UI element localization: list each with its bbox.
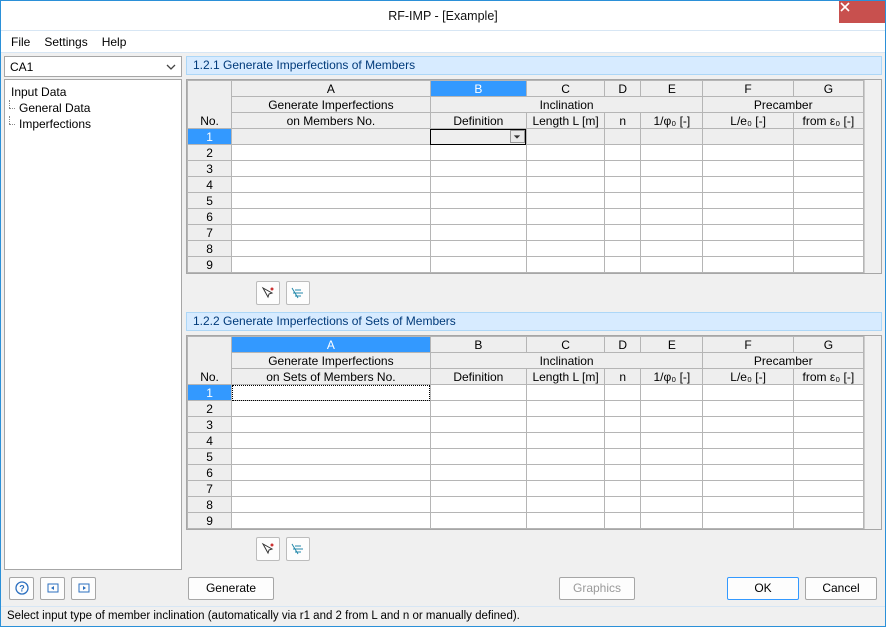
case-combo[interactable]: CA1 bbox=[4, 56, 182, 77]
tree-root[interactable]: Input Data bbox=[7, 84, 179, 100]
window-title: RF-IMP - [Example] bbox=[388, 9, 498, 23]
table-row[interactable]: 3 bbox=[188, 417, 864, 433]
nav-tree: Input Data General Data Imperfections bbox=[4, 79, 182, 570]
table-row[interactable]: 9 bbox=[188, 257, 864, 273]
table-row[interactable]: 6 bbox=[188, 465, 864, 481]
table-row[interactable]: 9 bbox=[188, 513, 864, 529]
table-row[interactable]: 4 bbox=[188, 433, 864, 449]
menubar: File Settings Help bbox=[1, 31, 885, 53]
dropdown-button[interactable] bbox=[510, 130, 525, 143]
grid1-col-c[interactable]: C bbox=[526, 81, 604, 97]
table-format-button[interactable] bbox=[286, 537, 310, 561]
prev-button[interactable] bbox=[40, 577, 65, 600]
grid1-col-a[interactable]: A bbox=[232, 81, 431, 97]
grid2-col-g[interactable]: G bbox=[793, 337, 863, 353]
table-format-button[interactable] bbox=[286, 281, 310, 305]
table-row[interactable]: 2 bbox=[188, 401, 864, 417]
case-combo-value: CA1 bbox=[10, 60, 33, 74]
grid2-no-header: No. bbox=[188, 337, 232, 385]
footer-bar: ? Generate Graphics OK Cancel bbox=[1, 570, 885, 606]
grid1-table[interactable]: No. A B C D E F G Generate Imperfections… bbox=[187, 80, 864, 273]
grid1-hdr-incl: Inclination bbox=[430, 97, 703, 113]
table-row[interactable]: 5 bbox=[188, 449, 864, 465]
chevron-down-icon bbox=[163, 59, 179, 75]
table-row[interactable]: 1 DIN 18800 E-E DIN 18800 E-P EN 1992-1-… bbox=[188, 129, 864, 145]
generate-button[interactable]: Generate bbox=[188, 577, 274, 600]
grid1-hdr-prec: Precamber bbox=[703, 97, 864, 113]
table-row[interactable]: 8 bbox=[188, 497, 864, 513]
menu-help[interactable]: Help bbox=[102, 35, 127, 49]
close-button[interactable] bbox=[839, 1, 885, 23]
section2-title: 1.2.2 Generate Imperfections of Sets of … bbox=[186, 312, 882, 331]
grid1-col-g[interactable]: G bbox=[793, 81, 863, 97]
grid1-hdr-a2: on Members No. bbox=[232, 113, 431, 129]
titlebar: RF-IMP - [Example] bbox=[1, 1, 885, 31]
tree-item-general-data[interactable]: General Data bbox=[7, 100, 179, 116]
content-area: CA1 Input Data General Data Imperfection… bbox=[1, 53, 885, 570]
grid1-hdr-a1: Generate Imperfections bbox=[232, 97, 431, 113]
section1-title: 1.2.1 Generate Imperfections of Members bbox=[186, 56, 882, 75]
grid1-no-header: No. bbox=[188, 81, 232, 129]
grid2-table[interactable]: No. A B C D E F G Generate Imperfections… bbox=[187, 336, 864, 529]
table-row[interactable]: 4 bbox=[188, 177, 864, 193]
tree-item-imperfections[interactable]: Imperfections bbox=[7, 116, 179, 132]
grid2-col-c[interactable]: C bbox=[526, 337, 604, 353]
grid1-col-d[interactable]: D bbox=[605, 81, 641, 97]
grid2-toolbar bbox=[186, 534, 882, 564]
graphics-button[interactable]: Graphics bbox=[559, 577, 635, 600]
grid1-col-f[interactable]: F bbox=[703, 81, 793, 97]
table-row[interactable]: 7 bbox=[188, 225, 864, 241]
grid2-scrollbar[interactable] bbox=[864, 336, 881, 529]
grid1-col-b[interactable]: B bbox=[430, 81, 526, 97]
grid1-hdr-d: n bbox=[605, 113, 641, 129]
help-button[interactable]: ? bbox=[9, 577, 34, 600]
table-row[interactable]: 5 bbox=[188, 193, 864, 209]
status-bar: Select input type of member inclination … bbox=[1, 606, 885, 626]
table-row[interactable]: 1 bbox=[188, 385, 864, 401]
row-number[interactable]: 1 bbox=[188, 129, 232, 145]
menu-settings[interactable]: Settings bbox=[44, 35, 87, 49]
grid2-col-f[interactable]: F bbox=[703, 337, 793, 353]
table-row[interactable]: 2 bbox=[188, 145, 864, 161]
right-panel: 1.2.1 Generate Imperfections of Members … bbox=[186, 56, 882, 570]
grid1-toolbar bbox=[186, 278, 882, 308]
pick-from-model-button[interactable] bbox=[256, 281, 280, 305]
grid1-hdr-g: from ε₀ [-] bbox=[793, 113, 863, 129]
grid1-hdr-b: Definition bbox=[430, 113, 526, 129]
pick-from-model-button[interactable] bbox=[256, 537, 280, 561]
grid1: No. A B C D E F G Generate Imperfections… bbox=[186, 79, 882, 274]
table-row[interactable]: 3 bbox=[188, 161, 864, 177]
menu-file[interactable]: File bbox=[11, 35, 30, 49]
grid2-col-b[interactable]: B bbox=[430, 337, 526, 353]
grid2-col-e[interactable]: E bbox=[641, 337, 703, 353]
ok-button[interactable]: OK bbox=[727, 577, 799, 600]
left-panel: CA1 Input Data General Data Imperfection… bbox=[4, 56, 182, 570]
grid2-col-d[interactable]: D bbox=[605, 337, 641, 353]
table-row[interactable]: 8 bbox=[188, 241, 864, 257]
grid2: No. A B C D E F G Generate Imperfections… bbox=[186, 335, 882, 530]
definition-cell[interactable]: DIN 18800 E-E DIN 18800 E-P EN 1992-1-1:… bbox=[430, 129, 526, 145]
table-row[interactable]: 6 bbox=[188, 209, 864, 225]
definition-dropdown-list: DIN 18800 E-E DIN 18800 E-P EN 1992-1-1:… bbox=[431, 144, 527, 145]
grid1-hdr-f: L/e₀ [-] bbox=[703, 113, 793, 129]
grid1-scrollbar[interactable] bbox=[864, 80, 881, 273]
grid1-hdr-e: 1/φ₀ [-] bbox=[641, 113, 703, 129]
app-window: RF-IMP - [Example] File Settings Help CA… bbox=[0, 0, 886, 627]
cancel-button[interactable]: Cancel bbox=[805, 577, 877, 600]
grid2-col-a[interactable]: A bbox=[232, 337, 431, 353]
grid1-hdr-c: Length L [m] bbox=[526, 113, 604, 129]
svg-text:?: ? bbox=[19, 584, 25, 594]
table-row[interactable]: 7 bbox=[188, 481, 864, 497]
next-button[interactable] bbox=[71, 577, 96, 600]
grid1-col-e[interactable]: E bbox=[641, 81, 703, 97]
